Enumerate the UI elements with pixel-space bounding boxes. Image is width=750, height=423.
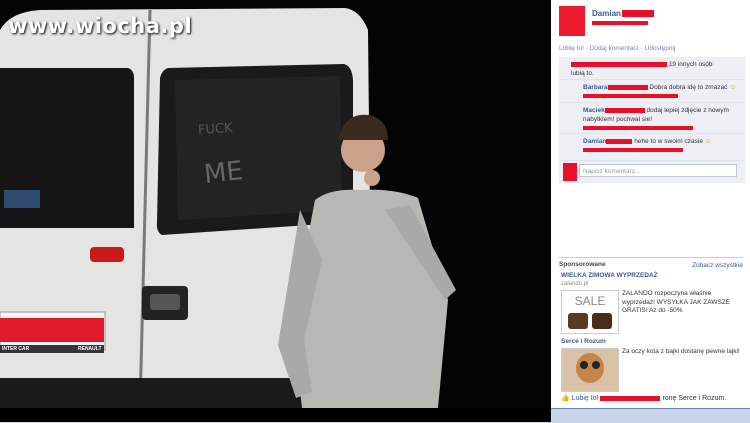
- ad-image[interactable]: SALE: [561, 290, 619, 334]
- smiley-icon: ☺: [729, 84, 736, 91]
- character-icon: [576, 353, 604, 383]
- comment-text: Barbara Dobra dobra idę to zmazać ☺: [583, 83, 738, 101]
- comment-text: Damian hehe to w swoim czasie ☺: [583, 137, 738, 155]
- author-name[interactable]: Damian: [592, 9, 654, 18]
- plate-brand: RENAULT: [78, 346, 102, 352]
- boot-icon: [568, 313, 588, 329]
- ad-body: ZALANDO rozpoczyna właśnie wyprzedaż! WY…: [622, 290, 731, 314]
- thumbs-up-icon[interactable]: 👍: [561, 395, 570, 402]
- photo: FUCK ME INTER CAR RENAULT www.wiocha.pl: [0, 0, 551, 408]
- ad-title[interactable]: Serce i Rozum: [561, 338, 606, 345]
- sale-label: SALE: [574, 294, 606, 308]
- ad-like-button[interactable]: Lubię to!: [572, 395, 599, 402]
- comment-input[interactable]: Napisz komentarz...: [579, 164, 737, 177]
- eye-icon: [592, 361, 600, 369]
- comment-body: hehe to w swoim czasie: [634, 138, 703, 145]
- author-link[interactable]: Damian: [592, 9, 621, 18]
- comments-section: 19 innych osób lubią to. Barbara Dobra d…: [559, 57, 745, 183]
- author-avatar: [559, 6, 585, 36]
- see-all-link[interactable]: Zobacz wszystkie: [692, 262, 743, 269]
- ad-like-row: 👍 Lubię to! ronę Serce i Rozum.: [561, 394, 745, 402]
- redaction-bar: [600, 395, 661, 401]
- boot-icon: [592, 313, 612, 329]
- redaction-bar: [604, 107, 645, 113]
- post-actions[interactable]: Lubię to! · Dodaj komentarz · Udostępnij: [559, 45, 675, 52]
- comment-text: Maciek dodaj lepiej zdjęcie z nowym naby…: [583, 106, 738, 133]
- ad-body: Za oczy kota z bajki dostanę pewne lajki…: [622, 348, 740, 355]
- likes-box: 19 innych osób lubią to.: [559, 57, 745, 80]
- redaction-bar: [621, 10, 654, 18]
- ad-domain[interactable]: zalando.pl: [561, 281, 588, 287]
- redaction-bar: [606, 138, 633, 144]
- likes-suffix: lubią to.: [571, 70, 594, 77]
- eye-icon: [580, 361, 588, 369]
- sponsored-title: Sponsorowane: [559, 261, 606, 268]
- redaction-bar: [583, 94, 678, 98]
- redaction-bar: [583, 148, 683, 152]
- comment-item: Barbara Dobra dobra idę to zmazać ☺: [559, 80, 745, 103]
- photo-bottom-strip: [0, 408, 551, 422]
- comment-author[interactable]: Maciek: [583, 107, 605, 114]
- redaction-bar: [592, 21, 648, 25]
- comment-body: Dobra dobra idę to zmazać: [649, 84, 728, 91]
- redaction-bar: [607, 84, 648, 90]
- sponsored-section: Sponsorowane Zobacz wszystkie WIELKA ZIM…: [559, 257, 743, 402]
- comment-author[interactable]: Damian: [583, 138, 606, 145]
- likes-text[interactable]: 19 innych osób lubią to.: [571, 60, 721, 78]
- comment-item: Maciek dodaj lepiej zdjęcie z nowym naby…: [559, 103, 745, 134]
- ad-image[interactable]: [561, 348, 619, 392]
- window-writing-1: FUCK: [197, 120, 234, 139]
- smiley-icon: ☺: [704, 138, 712, 145]
- comment-author[interactable]: Barbara: [583, 84, 608, 91]
- plate-label: INTER CAR: [2, 346, 30, 352]
- window-writing-2: ME: [202, 156, 245, 190]
- watermark: www.wiocha.pl: [8, 14, 193, 38]
- comment-item: Damian hehe to w swoim czasie ☺: [559, 134, 745, 161]
- redaction-bar: [583, 126, 693, 130]
- ad-like-text: ronę Serce i Rozum.: [662, 395, 727, 402]
- comment-input-row: Napisz komentarz...: [559, 161, 745, 183]
- ad-title[interactable]: WIELKA ZIMOWA WYPRZEDAŻ: [561, 272, 658, 279]
- redaction-bar: [563, 163, 577, 181]
- likes-count[interactable]: 19 innych osób: [669, 61, 713, 68]
- facebook-sidebar: Damian Lubię to! · Dodaj komentarz · Udo…: [551, 0, 750, 408]
- redaction-bar: [571, 61, 667, 67]
